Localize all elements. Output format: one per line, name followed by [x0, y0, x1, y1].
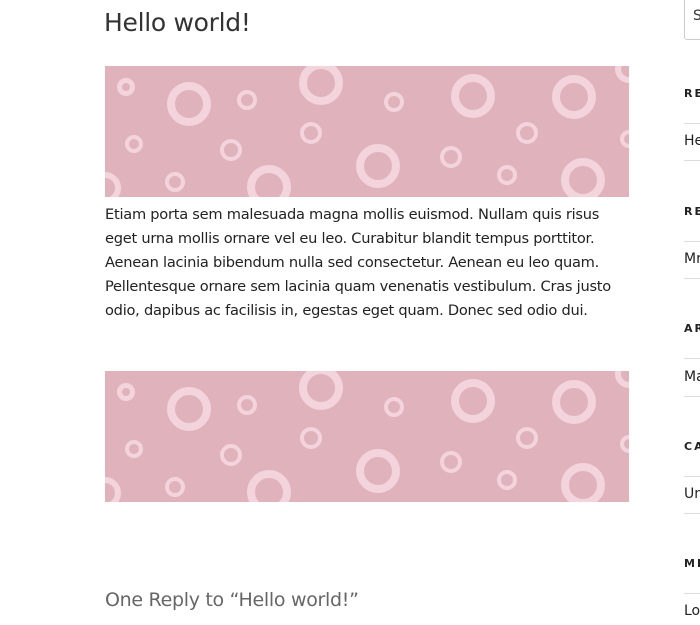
pattern-ring	[300, 122, 322, 144]
pattern-ring	[451, 379, 495, 423]
pattern-ring	[615, 371, 629, 388]
pattern-ring	[125, 135, 143, 153]
widget-title-recent-posts: RE	[684, 87, 700, 100]
pattern-ring	[384, 92, 404, 112]
pattern-ring	[117, 383, 135, 401]
search-field-text: S	[693, 8, 700, 24]
widget-link-category[interactable]: Un	[684, 486, 700, 502]
widget-divider	[684, 160, 700, 161]
pattern-ring	[105, 172, 121, 197]
pattern-image-1	[105, 66, 629, 197]
pattern-ring	[561, 158, 605, 197]
pattern-ring	[300, 427, 322, 449]
widget-divider	[684, 593, 700, 594]
pattern-ring	[356, 144, 400, 188]
widget-link-meta[interactable]: Lo	[684, 603, 700, 619]
pattern-ring	[384, 397, 404, 417]
post-meta-fragment: —,	[105, 0, 124, 1]
pattern-ring	[552, 380, 596, 424]
pattern-ring	[237, 395, 257, 415]
widget-title-recent-comments: RE	[684, 205, 700, 218]
widget-divider	[684, 358, 700, 359]
pattern-ring	[125, 440, 143, 458]
pattern-ring	[167, 387, 211, 431]
widget-link-recent-post[interactable]: He	[684, 133, 700, 149]
pattern-ring	[497, 165, 517, 185]
pattern-ring	[165, 172, 185, 192]
pattern-ring	[117, 78, 135, 96]
widget-divider	[684, 278, 700, 279]
pattern-ring	[620, 435, 629, 453]
pattern-ring	[561, 463, 605, 502]
widget-divider	[684, 476, 700, 477]
widget-title-archives: AR	[684, 322, 700, 335]
pattern-ring	[440, 451, 462, 473]
pattern-ring	[247, 165, 291, 197]
pattern-ring	[620, 130, 629, 148]
pattern-ring	[167, 82, 211, 126]
pattern-ring	[165, 477, 185, 497]
pattern-ring	[299, 371, 343, 410]
pattern-ring	[552, 75, 596, 119]
pattern-ring	[356, 449, 400, 493]
pattern-ring	[451, 74, 495, 118]
post-title[interactable]: Hello world!	[104, 8, 251, 37]
pattern-svg	[105, 66, 629, 197]
pattern-ring	[105, 477, 121, 502]
pattern-ring	[247, 470, 291, 502]
widget-divider	[684, 513, 700, 514]
widget-title-meta: ME	[684, 557, 700, 570]
widget-divider	[684, 241, 700, 242]
search-field[interactable]: S	[684, 0, 700, 40]
widget-link-recent-comment[interactable]: Mr	[684, 251, 700, 267]
pattern-ring	[440, 146, 462, 168]
pattern-ring	[497, 470, 517, 490]
pattern-ring	[299, 66, 343, 105]
pattern-ring	[516, 427, 538, 449]
widget-divider	[684, 123, 700, 124]
widget-divider	[684, 396, 700, 397]
pattern-ring	[516, 122, 538, 144]
pattern-ring	[220, 444, 242, 466]
widget-link-archive[interactable]: Ma	[684, 369, 700, 385]
pattern-image-2	[105, 371, 629, 502]
pattern-svg	[105, 371, 629, 502]
pattern-ring	[220, 139, 242, 161]
widget-title-categories: CA	[684, 440, 700, 453]
comments-title: One Reply to “Hello world!”	[105, 589, 359, 611]
pattern-ring	[237, 90, 257, 110]
pattern-ring	[615, 66, 629, 83]
post-body-text: Etiam porta sem malesuada magna mollis e…	[105, 206, 611, 319]
